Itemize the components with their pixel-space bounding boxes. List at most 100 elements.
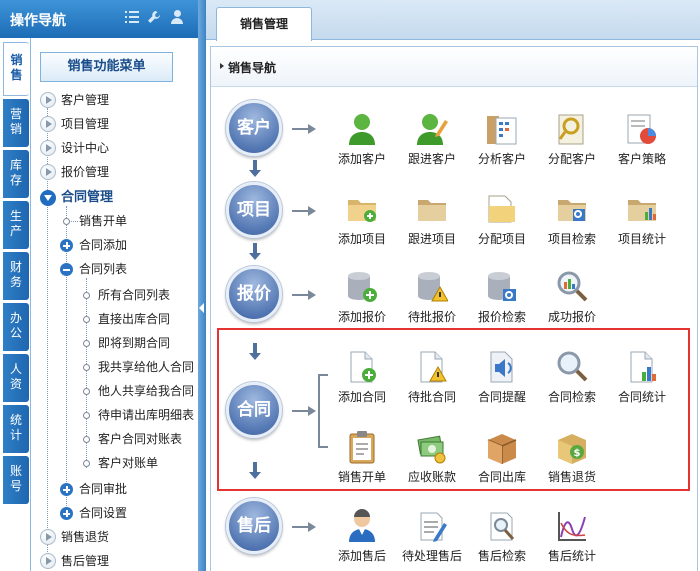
flow-arrow-down [249,160,261,177]
database-warning-icon [418,272,448,302]
database-add-icon [348,272,377,302]
doc-chart-icon [630,351,656,383]
search-quote-button[interactable]: 报价检索 [466,270,538,326]
add-quote-button[interactable]: 添加报价 [326,270,398,326]
play-icon [40,164,56,180]
project-stats-button[interactable]: 项目统计 [606,192,678,248]
sales-return-button[interactable]: $ 销售退货 [536,430,608,486]
search-contract-button[interactable]: 合同检索 [536,350,608,406]
module-tab-strip: 销售 营销 库存 生产 财务 办公 人资 统计 账号 [0,38,30,571]
cash-box-icon: $ [558,434,586,464]
chevron-down-icon [40,190,56,206]
folder-search-icon [558,200,586,221]
item-label: 售后检索 [477,549,526,563]
item-label: 售后统计 [547,549,596,563]
tree-label: 合同管理 [61,190,114,205]
leaf-icon [63,218,70,225]
stage-quote[interactable]: 报价 [226,266,282,322]
vtab-production[interactable]: 生产 [3,201,29,249]
panel-header: 销售导航 [211,47,697,87]
flow-arrow-right [292,522,316,532]
vtab-label: 办公 [9,311,22,340]
vtab-office[interactable]: 办公 [3,303,29,351]
item-label: 添加项目 [337,232,386,246]
leaf-icon [83,292,90,299]
contract-stats-button[interactable]: 合同统计 [606,350,678,406]
pending-aftersale-button[interactable]: 待处理售后 [396,509,468,565]
add-customer-button[interactable]: 添加客户 [326,112,398,168]
contract-reminder-button[interactable]: 合同提醒 [466,350,538,406]
search-doc-icon [558,114,584,145]
magnifier-icon [557,351,588,382]
flow-arrow-right [292,206,316,216]
leaf-icon [83,364,90,371]
vtab-marketing[interactable]: 营销 [3,99,29,147]
vtab-statistics[interactable]: 统计 [3,405,29,453]
tree-label: 售后管理 [61,554,110,568]
vtab-sales[interactable]: 销售 [3,42,29,96]
wrench-icon[interactable] [147,10,161,24]
flow-arrow-down [249,243,261,260]
vtab-label: 账号 [9,464,22,493]
assign-customer-button[interactable]: 分配客户 [536,112,608,168]
tree-label: 客户管理 [61,93,110,107]
search-project-button[interactable]: 项目检索 [536,192,608,248]
vtab-hr[interactable]: 人资 [3,354,29,402]
folder-doc-icon [488,195,515,223]
pending-quote-button[interactable]: 待批报价 [396,270,468,326]
follow-project-button[interactable]: 跟进项目 [396,192,468,248]
doc-pen-icon [420,512,447,542]
tree-label: 合同设置 [79,506,128,520]
tree-label: 销售退货 [61,530,110,544]
leaf-icon [83,340,90,347]
follow-customer-button[interactable]: 跟进客户 [396,112,468,168]
tree-label: 他人共享给我合同 [98,384,195,398]
receivables-button[interactable]: 应收账款 [396,430,468,486]
doc-add-icon [350,351,376,383]
item-label: 待处理售后 [401,549,462,563]
collapse-arrow-icon[interactable] [199,303,204,313]
leaf-icon [83,316,90,323]
pending-contract-button[interactable]: 待批合同 [396,350,468,406]
sales-menu-button[interactable]: 销售功能菜单 [40,52,173,82]
vtab-label: 财务 [9,260,22,289]
tab-sales-management[interactable]: 销售管理 [216,7,312,41]
database-search-icon [488,272,516,301]
tree-label: 销售开单 [79,214,128,228]
list-icon[interactable] [125,10,139,24]
vtab-inventory[interactable]: 库存 [3,150,29,198]
stage-customer[interactable]: 客户 [226,100,282,156]
vtab-label: 统计 [9,413,22,442]
stage-aftersale[interactable]: 售后 [226,498,282,554]
sidebar-splitter[interactable] [198,0,206,571]
tree-label: 我共享给他人合同 [98,360,195,374]
add-contract-button[interactable]: 添加合同 [326,350,398,406]
flow-arrow-right [292,124,316,134]
vtab-finance[interactable]: 财务 [3,252,29,300]
item-label: 项目检索 [547,232,596,246]
panel-title: 销售导航 [228,61,277,75]
assign-project-button[interactable]: 分配项目 [466,192,538,248]
sales-order-button[interactable]: 销售开单 [326,430,398,486]
svg-text:$: $ [574,448,581,459]
item-label: 合同检索 [547,390,596,404]
vtab-account[interactable]: 账号 [3,456,29,504]
item-label: 跟进项目 [407,232,456,246]
customer-strategy-button[interactable]: 客户策略 [606,112,678,168]
aftersale-stats-button[interactable]: 售后统计 [536,509,608,565]
stage-project[interactable]: 项目 [226,182,282,238]
user-edit-icon [417,114,448,145]
add-aftersale-button[interactable]: 添加售后 [326,509,398,565]
box-icon [487,434,517,464]
vtab-label: 库存 [9,158,22,187]
analyze-customer-button[interactable]: 分析客户 [466,112,538,168]
user-add-icon [349,114,375,145]
speaker-doc-icon [490,351,513,383]
plus-icon [60,483,73,496]
add-project-button[interactable]: 添加项目 [326,192,398,248]
search-aftersale-button[interactable]: 售后检索 [466,509,538,565]
tree-label: 报价管理 [61,165,110,179]
user-icon[interactable] [170,10,184,24]
contract-outbound-button[interactable]: 合同出库 [466,430,538,486]
success-quote-button[interactable]: 成功报价 [536,270,608,326]
